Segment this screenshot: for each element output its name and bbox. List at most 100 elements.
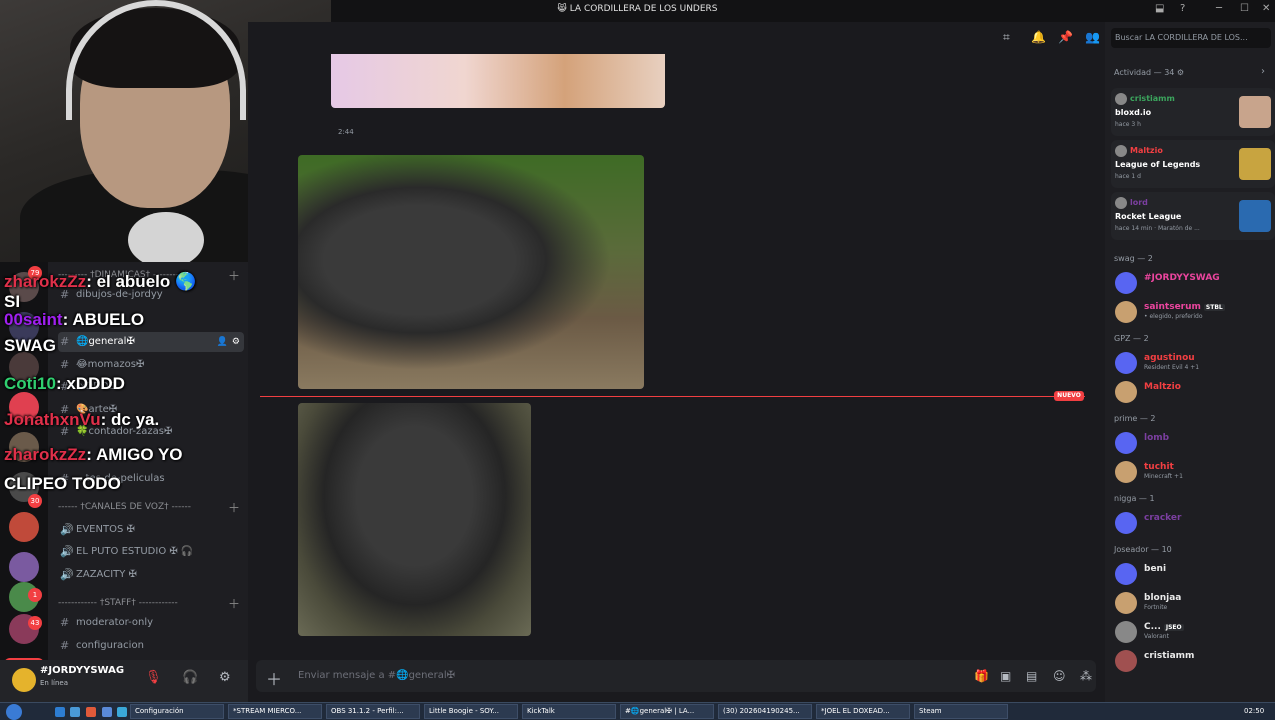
chevron-right-icon[interactable]: ›: [1261, 66, 1265, 77]
taskbar-item[interactable]: Little Boogie - SOY...: [424, 704, 518, 719]
avatar: [1115, 272, 1137, 294]
taskbar-item[interactable]: Steam: [914, 704, 1008, 719]
avatar: [1115, 145, 1127, 157]
taskbar-item[interactable]: KickTalk: [522, 704, 616, 719]
member-item[interactable]: tuchit Minecraft +1: [1113, 459, 1275, 485]
settings-gear-icon[interactable]: ⚙: [219, 670, 231, 685]
chrome-icon[interactable]: [86, 707, 96, 717]
maximize-button[interactable]: ☐: [1240, 3, 1249, 14]
avatar[interactable]: [12, 668, 36, 692]
taskbar-item[interactable]: *STREAM MIERCO...: [228, 704, 322, 719]
headphones: [66, 0, 246, 120]
member-name-text: cristiamm: [1144, 651, 1195, 661]
member-item[interactable]: lomb: [1113, 430, 1275, 456]
channel-item[interactable]: # configuracion: [58, 636, 244, 656]
member-item[interactable]: #JORDYYSWAG: [1113, 270, 1275, 296]
avatar: [1115, 650, 1137, 672]
member-name: lomb: [1144, 433, 1169, 443]
channel-label: configuracion: [76, 640, 144, 651]
member-sidebar: Buscar LA CORDILLERA DE LOS... Actividad…: [1105, 22, 1275, 702]
server-icon[interactable]: [9, 512, 39, 542]
avatar: [1115, 197, 1127, 209]
user-status: En línea: [40, 679, 69, 687]
member-item[interactable]: saintserum STBL • elegido, preferido: [1113, 299, 1275, 325]
member-item[interactable]: beni: [1113, 561, 1275, 587]
activity-card[interactable]: Maltzio League of Legends hace 1 d: [1111, 140, 1275, 188]
member-item[interactable]: blonjaa Fortnite: [1113, 590, 1275, 616]
message-input[interactable]: ＋ Enviar mensaje a #🌐general✠ 🎁 ▣ ▤ ☺ ⁂: [256, 660, 1096, 692]
folder-icon[interactable]: [70, 707, 80, 717]
member-item[interactable]: agustinou Resident Evil 4 +1: [1113, 350, 1275, 376]
minimize-button[interactable]: ─: [1216, 3, 1222, 14]
inbox-icon[interactable]: ⬓: [1155, 3, 1164, 14]
start-button[interactable]: [6, 704, 22, 720]
taskbar-item[interactable]: OBS 31.1.2 - Perfil:...: [326, 704, 420, 719]
avatar: [1115, 432, 1137, 454]
explorer-icon[interactable]: [55, 707, 65, 717]
app-icon-2[interactable]: [117, 707, 127, 717]
channel-item[interactable]: 🔊 EL PUTO ESTUDIO ✠ 🎧: [58, 542, 244, 562]
channel-item[interactable]: 🔊 EVENTOS ✠: [58, 520, 244, 540]
pin-icon[interactable]: 📌: [1058, 30, 1073, 44]
gif-icon[interactable]: ▣: [1000, 669, 1011, 683]
channel-category[interactable]: ------ †CANALES DE VOZ† ------: [58, 502, 191, 512]
threads-icon[interactable]: ⌗: [1003, 30, 1010, 45]
message-image[interactable]: [331, 54, 665, 108]
user-name: #JORDYYSWAG: [40, 665, 125, 676]
chat-line: Coti10: xDDDD: [4, 374, 125, 394]
hash-icon: #: [60, 616, 70, 629]
member-item[interactable]: cracker: [1113, 510, 1275, 536]
taskbar-item[interactable]: (30) 202604190245...: [718, 704, 812, 719]
member-name: C... JSEO: [1144, 622, 1184, 632]
server-badge: 1: [28, 588, 42, 602]
app-icon[interactable]: [102, 707, 112, 717]
help-icon[interactable]: ?: [1180, 3, 1185, 14]
server-icon[interactable]: [9, 552, 39, 582]
headphones-icon[interactable]: 🎧: [182, 670, 198, 685]
chat-message: : dc ya.: [100, 410, 160, 429]
taskbar-item[interactable]: *JOEL EL DOXEAD...: [816, 704, 910, 719]
stream-chat-overlay: zharokzZz: el abuelo 🌎 SI 00saint: ABUELO S…: [0, 272, 250, 502]
activity-user: lord: [1130, 198, 1148, 207]
message-area: ⌗ 🔔 📌 👥 2:44 NUEVO ＋ Enviar mensaje a #🌐…: [248, 22, 1105, 702]
member-status: Valorant: [1144, 633, 1169, 640]
chat-line: 00saint: ABUELO: [4, 310, 144, 330]
close-button[interactable]: ✕: [1262, 3, 1270, 14]
message-image-chimp[interactable]: [298, 155, 644, 389]
member-tag: JSEO: [1163, 624, 1184, 631]
hash-icon: #: [60, 639, 70, 652]
mic-muted-icon[interactable]: 🎙: [145, 670, 162, 685]
apps-icon[interactable]: ⁂: [1080, 669, 1092, 683]
channel-category[interactable]: ------------ †STAFF† ------------: [58, 598, 178, 608]
taskbar-item[interactable]: #🌐general✠ | LA...: [620, 704, 714, 719]
bell-icon[interactable]: 🔔: [1031, 30, 1046, 44]
chat-username: SWAG: [4, 336, 56, 355]
emoji-icon[interactable]: ☺: [1053, 669, 1066, 683]
member-list-icon[interactable]: 👥: [1085, 30, 1100, 44]
channel-item[interactable]: 🔊 ZAZACITY ✠: [58, 565, 244, 585]
taskbar-item[interactable]: Configuración: [130, 704, 224, 719]
attach-plus-icon[interactable]: ＋: [266, 666, 282, 690]
activity-time: hace 3 h: [1115, 121, 1141, 128]
chat-line: SI: [4, 292, 20, 312]
sticker-icon[interactable]: ▤: [1026, 669, 1037, 683]
member-group-header: Joseador — 10: [1114, 545, 1172, 554]
avatar: [1115, 512, 1137, 534]
avatar: [1115, 592, 1137, 614]
member-item[interactable]: C... JSEO Valorant: [1113, 619, 1275, 645]
speaker-icon: 🔊: [60, 523, 74, 536]
member-status: Resident Evil 4 +1: [1144, 364, 1200, 371]
gift-icon[interactable]: 🎁: [974, 669, 989, 683]
message-image-gorilla[interactable]: [298, 403, 531, 636]
member-name: agustinou: [1144, 353, 1195, 363]
search-input[interactable]: Buscar LA CORDILLERA DE LOS...: [1111, 28, 1271, 48]
member-status: Fortnite: [1144, 604, 1168, 611]
avatar: [1115, 563, 1137, 585]
member-group-header: prime — 2: [1114, 414, 1156, 423]
member-item[interactable]: cristiamm: [1113, 648, 1275, 674]
activity-card[interactable]: cristiamm bloxd.io hace 3 h: [1111, 88, 1275, 136]
add-channel-icon[interactable]: ＋: [228, 595, 240, 612]
member-item[interactable]: Maltzio: [1113, 379, 1275, 405]
channel-item[interactable]: # moderator-only: [58, 613, 244, 633]
activity-card[interactable]: lord Rocket League hace 14 min · Maratón d…: [1111, 192, 1275, 240]
